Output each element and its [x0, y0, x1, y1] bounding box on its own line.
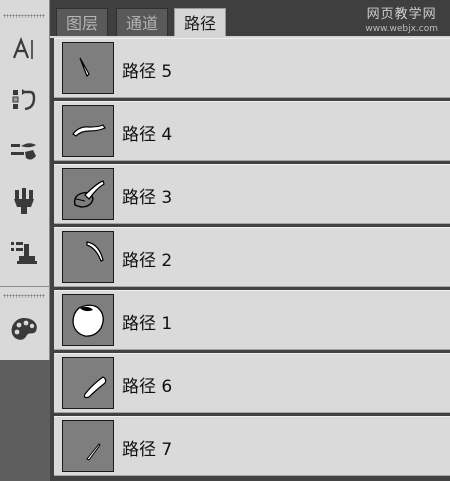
path-thumbnail: [62, 294, 114, 346]
path-thumbnail: [62, 420, 114, 472]
watermark-title: 网页教学网: [366, 7, 437, 22]
path-row[interactable]: 路径 3: [54, 164, 450, 224]
tool-divider: [0, 286, 50, 287]
path-name: 路径 2: [122, 251, 173, 271]
swatches-palette-icon[interactable]: [7, 314, 41, 344]
path-name: 路径 3: [122, 188, 173, 208]
path-thumbnail: [62, 168, 114, 220]
watermark: 网页教学网 www.webjx.com: [365, 8, 438, 36]
tab-paths[interactable]: 路径: [174, 8, 227, 38]
tool-presets-icon[interactable]: [7, 238, 41, 268]
path-row[interactable]: 路径 1: [54, 290, 450, 350]
tool-strip-panel: [0, 0, 50, 360]
character-tool-icon[interactable]: [7, 34, 41, 64]
path-name: 路径 7: [122, 440, 173, 460]
path-name: 路径 5: [122, 62, 173, 82]
path-row[interactable]: 路径 4: [54, 101, 450, 161]
panel-tab-bar: 图层 通道 路径 网页教学网 www.webjx.com: [50, 0, 450, 38]
path-name: 路径 4: [122, 125, 173, 145]
tab-channels[interactable]: 通道: [116, 8, 169, 37]
clone-source-icon[interactable]: [7, 187, 41, 217]
tool-strip: [0, 0, 50, 481]
path-name: 路径 1: [122, 314, 173, 334]
path-thumbnail: [62, 105, 114, 157]
path-thumbnail: [62, 42, 114, 94]
paragraph-history-icon[interactable]: [7, 85, 41, 115]
grip-handle-lower[interactable]: [3, 294, 45, 298]
path-name: 路径 6: [122, 377, 173, 397]
path-thumbnail: [62, 231, 114, 283]
path-row[interactable]: 路径 6: [54, 353, 450, 413]
path-row[interactable]: 路径 2: [54, 227, 450, 287]
tab-layers[interactable]: 图层: [56, 8, 109, 37]
path-row[interactable]: 路径 7: [54, 416, 450, 476]
path-thumbnail: [62, 357, 114, 409]
grip-handle[interactable]: [3, 14, 45, 18]
brush-presets-icon[interactable]: [7, 137, 41, 167]
paths-panel: 图层 通道 路径 网页教学网 www.webjx.com 路径 5 路径 4 路…: [50, 0, 450, 481]
watermark-url: www.webjx.com: [365, 24, 438, 34]
path-row[interactable]: 路径 5: [54, 38, 450, 98]
